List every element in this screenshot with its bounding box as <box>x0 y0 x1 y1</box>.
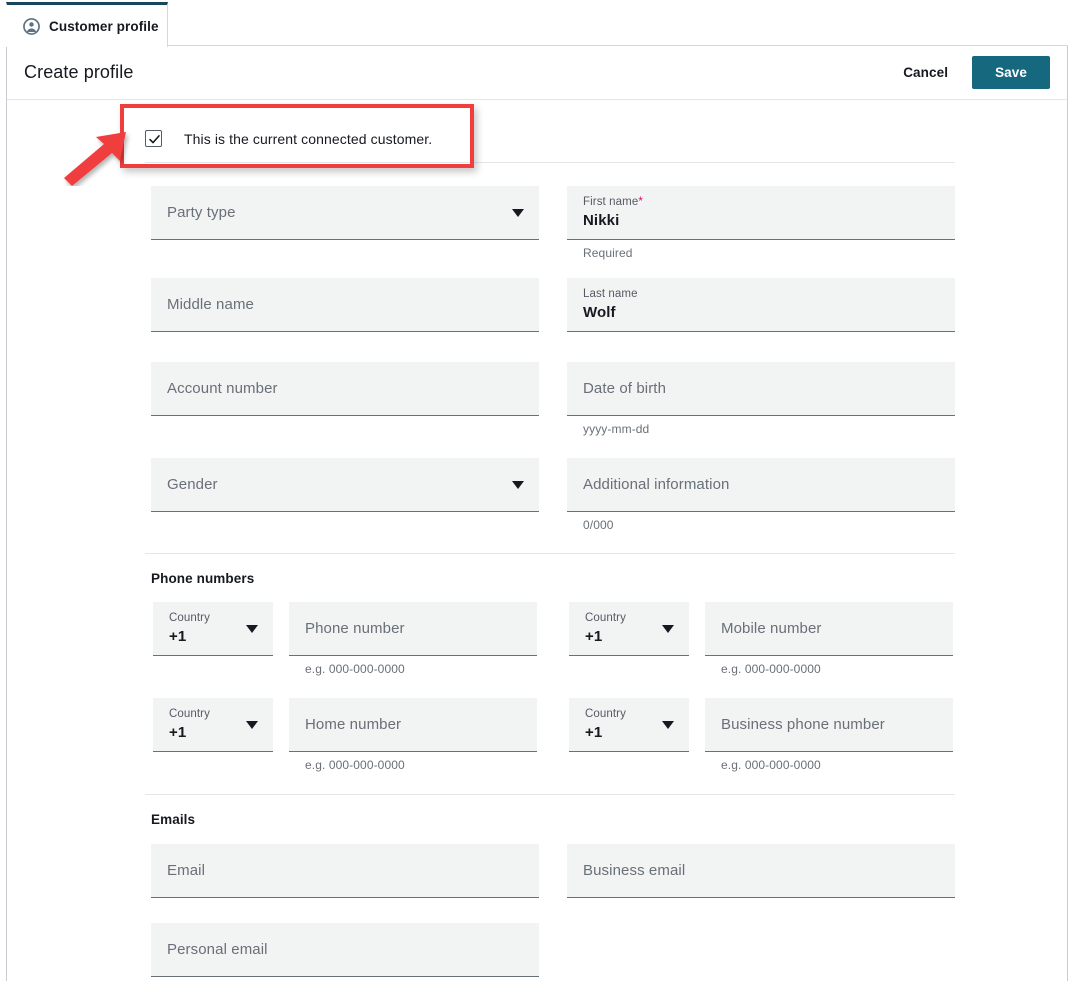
cancel-button[interactable]: Cancel <box>893 57 958 88</box>
header-actions: Cancel Save <box>893 56 1067 89</box>
tab-label: Customer profile <box>49 19 159 34</box>
account-number-placeholder: Account number <box>167 380 523 397</box>
required-asterisk: * <box>638 196 643 208</box>
field-additional-information[interactable]: Additional information 0/000 <box>567 458 955 532</box>
field-mobile-country[interactable]: Country +1 <box>569 602 689 656</box>
chevron-down-icon <box>512 481 524 489</box>
country-label: Country <box>169 611 257 626</box>
home-number-placeholder: Home number <box>305 716 521 733</box>
business-email-input[interactable]: Business email <box>567 844 955 898</box>
first-name-help: Required <box>567 240 955 260</box>
country-value: +1 <box>585 627 673 647</box>
last-name-value: Wolf <box>583 303 939 323</box>
phone-number-help: e.g. 000-000-0000 <box>289 656 537 676</box>
field-phone-country-1[interactable]: Country +1 <box>153 602 273 656</box>
field-home-number[interactable]: Home number e.g. 000-000-0000 <box>289 698 537 772</box>
tab-customer-profile[interactable]: Customer profile <box>6 2 168 47</box>
business-phone-number-placeholder: Business phone number <box>721 716 937 733</box>
field-mobile-number[interactable]: Mobile number e.g. 000-000-0000 <box>705 602 953 676</box>
field-first-name[interactable]: First name* Nikki Required <box>567 186 955 260</box>
page-header: Create profile Cancel Save <box>7 46 1067 100</box>
account-number-input[interactable]: Account number <box>151 362 539 416</box>
save-button[interactable]: Save <box>972 56 1050 89</box>
first-name-value: Nikki <box>583 211 939 231</box>
date-of-birth-input[interactable]: Date of birth <box>567 362 955 416</box>
field-home-country[interactable]: Country +1 <box>153 698 273 752</box>
field-account-number[interactable]: Account number <box>151 362 539 416</box>
country-label: Country <box>585 611 673 626</box>
country-label: Country <box>585 707 673 722</box>
home-number-help: e.g. 000-000-0000 <box>289 752 537 772</box>
email-placeholder: Email <box>167 862 523 879</box>
app-root: Customer profile Create profile Cancel S… <box>0 0 1074 983</box>
additional-information-input[interactable]: Additional information <box>567 458 955 512</box>
first-name-input[interactable]: First name* Nikki <box>567 186 955 240</box>
business-phone-number-input[interactable]: Business phone number <box>705 698 953 752</box>
field-phone-number[interactable]: Phone number e.g. 000-000-0000 <box>289 602 537 676</box>
personal-email-input[interactable]: Personal email <box>151 923 539 977</box>
last-name-label: Last name <box>583 287 939 302</box>
additional-information-counter: 0/000 <box>567 512 955 532</box>
country-label: Country <box>169 707 257 722</box>
field-business-phone-number[interactable]: Business phone number e.g. 000-000-0000 <box>705 698 953 772</box>
chevron-down-icon <box>512 209 524 217</box>
connected-customer-label: This is the current connected customer. <box>184 131 432 147</box>
field-last-name[interactable]: Last name Wolf <box>567 278 955 332</box>
gender-select[interactable]: Gender <box>151 458 539 512</box>
field-business-phone-country[interactable]: Country +1 <box>569 698 689 752</box>
additional-information-placeholder: Additional information <box>583 476 939 493</box>
field-middle-name[interactable]: Middle name <box>151 278 539 332</box>
page-title: Create profile <box>24 62 133 83</box>
connected-customer-checkbox-row[interactable]: This is the current connected customer. <box>145 115 955 163</box>
field-party-type[interactable]: Party type <box>151 186 539 240</box>
chevron-down-icon <box>662 625 674 633</box>
tab-bar: Customer profile <box>6 2 1068 46</box>
email-input[interactable]: Email <box>151 844 539 898</box>
field-email[interactable]: Email <box>151 844 539 898</box>
country-value: +1 <box>585 723 673 743</box>
mobile-number-placeholder: Mobile number <box>721 620 937 637</box>
mobile-number-help: e.g. 000-000-0000 <box>705 656 953 676</box>
date-of-birth-placeholder: Date of birth <box>583 380 939 397</box>
last-name-input[interactable]: Last name Wolf <box>567 278 955 332</box>
field-gender[interactable]: Gender <box>151 458 539 512</box>
user-profile-icon <box>23 18 40 35</box>
business-email-placeholder: Business email <box>583 862 939 879</box>
form-body: This is the current connected customer. … <box>7 100 1067 983</box>
connected-customer-checkbox[interactable] <box>145 130 162 147</box>
checkmark-icon <box>147 132 162 147</box>
field-date-of-birth[interactable]: Date of birth yyyy-mm-dd <box>567 362 955 436</box>
mobile-country-select[interactable]: Country +1 <box>569 602 689 656</box>
gender-placeholder: Gender <box>167 476 523 493</box>
personal-email-placeholder: Personal email <box>167 941 523 958</box>
business-phone-country-select[interactable]: Country +1 <box>569 698 689 752</box>
field-business-email[interactable]: Business email <box>567 844 955 898</box>
emails-section-divider <box>145 794 955 795</box>
date-of-birth-help: yyyy-mm-dd <box>567 416 955 436</box>
party-type-select[interactable]: Party type <box>151 186 539 240</box>
mobile-number-input[interactable]: Mobile number <box>705 602 953 656</box>
emails-section-heading: Emails <box>151 812 195 827</box>
country-value: +1 <box>169 723 257 743</box>
phone-section-divider <box>145 553 955 554</box>
chevron-down-icon <box>246 721 258 729</box>
phone-number-placeholder: Phone number <box>305 620 521 637</box>
chevron-down-icon <box>246 625 258 633</box>
chevron-down-icon <box>662 721 674 729</box>
home-number-input[interactable]: Home number <box>289 698 537 752</box>
first-name-label: First name* <box>583 195 939 210</box>
country-value: +1 <box>169 627 257 647</box>
phone-section-heading: Phone numbers <box>151 571 254 586</box>
middle-name-input[interactable]: Middle name <box>151 278 539 332</box>
phone-number-input[interactable]: Phone number <box>289 602 537 656</box>
business-phone-number-help: e.g. 000-000-0000 <box>705 752 953 772</box>
party-type-placeholder: Party type <box>167 204 523 221</box>
field-personal-email[interactable]: Personal email <box>151 923 539 977</box>
home-country-select[interactable]: Country +1 <box>153 698 273 752</box>
phone-country-select-1[interactable]: Country +1 <box>153 602 273 656</box>
middle-name-placeholder: Middle name <box>167 296 523 313</box>
